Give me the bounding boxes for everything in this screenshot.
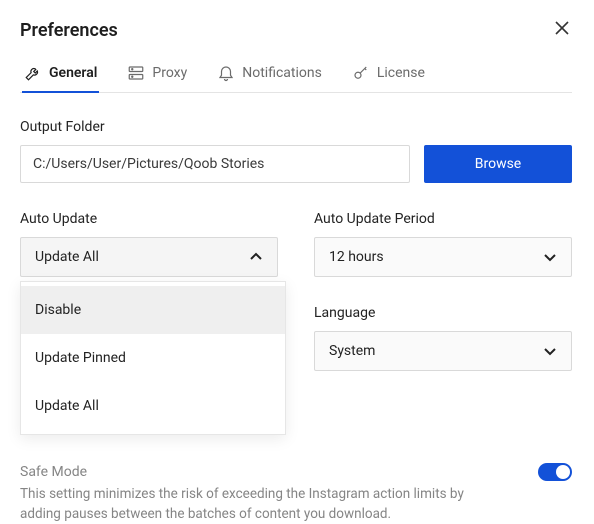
window-title: Preferences (20, 20, 118, 41)
titlebar: Preferences (20, 14, 572, 46)
key-icon (352, 64, 370, 82)
safe-mode-row: Safe Mode (20, 463, 572, 481)
auto-update-option-pinned[interactable]: Update Pinned (21, 334, 285, 382)
auto-update-option-disable[interactable]: Disable (21, 286, 285, 334)
browse-button-label: Browse (475, 156, 521, 172)
output-folder-value: C:/Users/User/Pictures/Qoob Stories (33, 156, 264, 172)
auto-update-selected: Update All (35, 249, 99, 265)
language-selected: System (329, 343, 375, 359)
tab-label: General (49, 65, 97, 81)
close-icon (555, 21, 569, 39)
output-folder-input[interactable]: C:/Users/User/Pictures/Qoob Stories (20, 145, 410, 183)
tabs: General Proxy Notifications License (20, 56, 572, 93)
tab-general[interactable]: General (24, 56, 97, 92)
output-folder-section: Output Folder C:/Users/User/Pictures/Qoo… (20, 119, 572, 183)
auto-update-period-selected: 12 hours (329, 249, 384, 265)
wrench-icon (24, 64, 42, 82)
safe-mode-toggle[interactable] (538, 463, 572, 481)
bell-icon (217, 64, 235, 82)
safe-mode-description: This setting minimizes the risk of excee… (20, 485, 500, 524)
tab-label: License (377, 65, 425, 81)
option-label: Disable (35, 302, 81, 318)
chevron-down-icon (543, 344, 557, 358)
language-select[interactable]: System (314, 331, 572, 371)
auto-update-dropdown: Disable Update Pinned Update All (20, 281, 286, 435)
preferences-window: Preferences General Proxy Notifications (0, 0, 594, 516)
tab-proxy[interactable]: Proxy (127, 56, 187, 92)
tab-license[interactable]: License (352, 56, 425, 92)
chevron-up-icon (249, 250, 263, 264)
output-folder-label: Output Folder (20, 119, 572, 135)
auto-update-period-label: Auto Update Period (314, 211, 572, 227)
option-label: Update All (35, 398, 99, 414)
close-button[interactable] (552, 20, 572, 40)
safe-mode-label: Safe Mode (20, 464, 87, 480)
auto-update-section: Auto Update Update All Disable Update Pi… (20, 211, 278, 371)
auto-update-period-select[interactable]: 12 hours (314, 237, 572, 277)
option-label: Update Pinned (35, 350, 126, 366)
browse-button[interactable]: Browse (424, 145, 572, 183)
auto-update-select[interactable]: Update All (20, 237, 278, 277)
chevron-down-icon (543, 250, 557, 264)
language-label: Language (314, 305, 572, 321)
tab-notifications[interactable]: Notifications (217, 56, 322, 92)
server-icon (127, 64, 145, 82)
tab-label: Proxy (152, 65, 187, 81)
auto-update-label: Auto Update (20, 211, 278, 227)
right-column: Auto Update Period 12 hours Language Sys… (314, 211, 572, 371)
tab-label: Notifications (242, 65, 322, 81)
auto-update-option-all[interactable]: Update All (21, 382, 285, 430)
